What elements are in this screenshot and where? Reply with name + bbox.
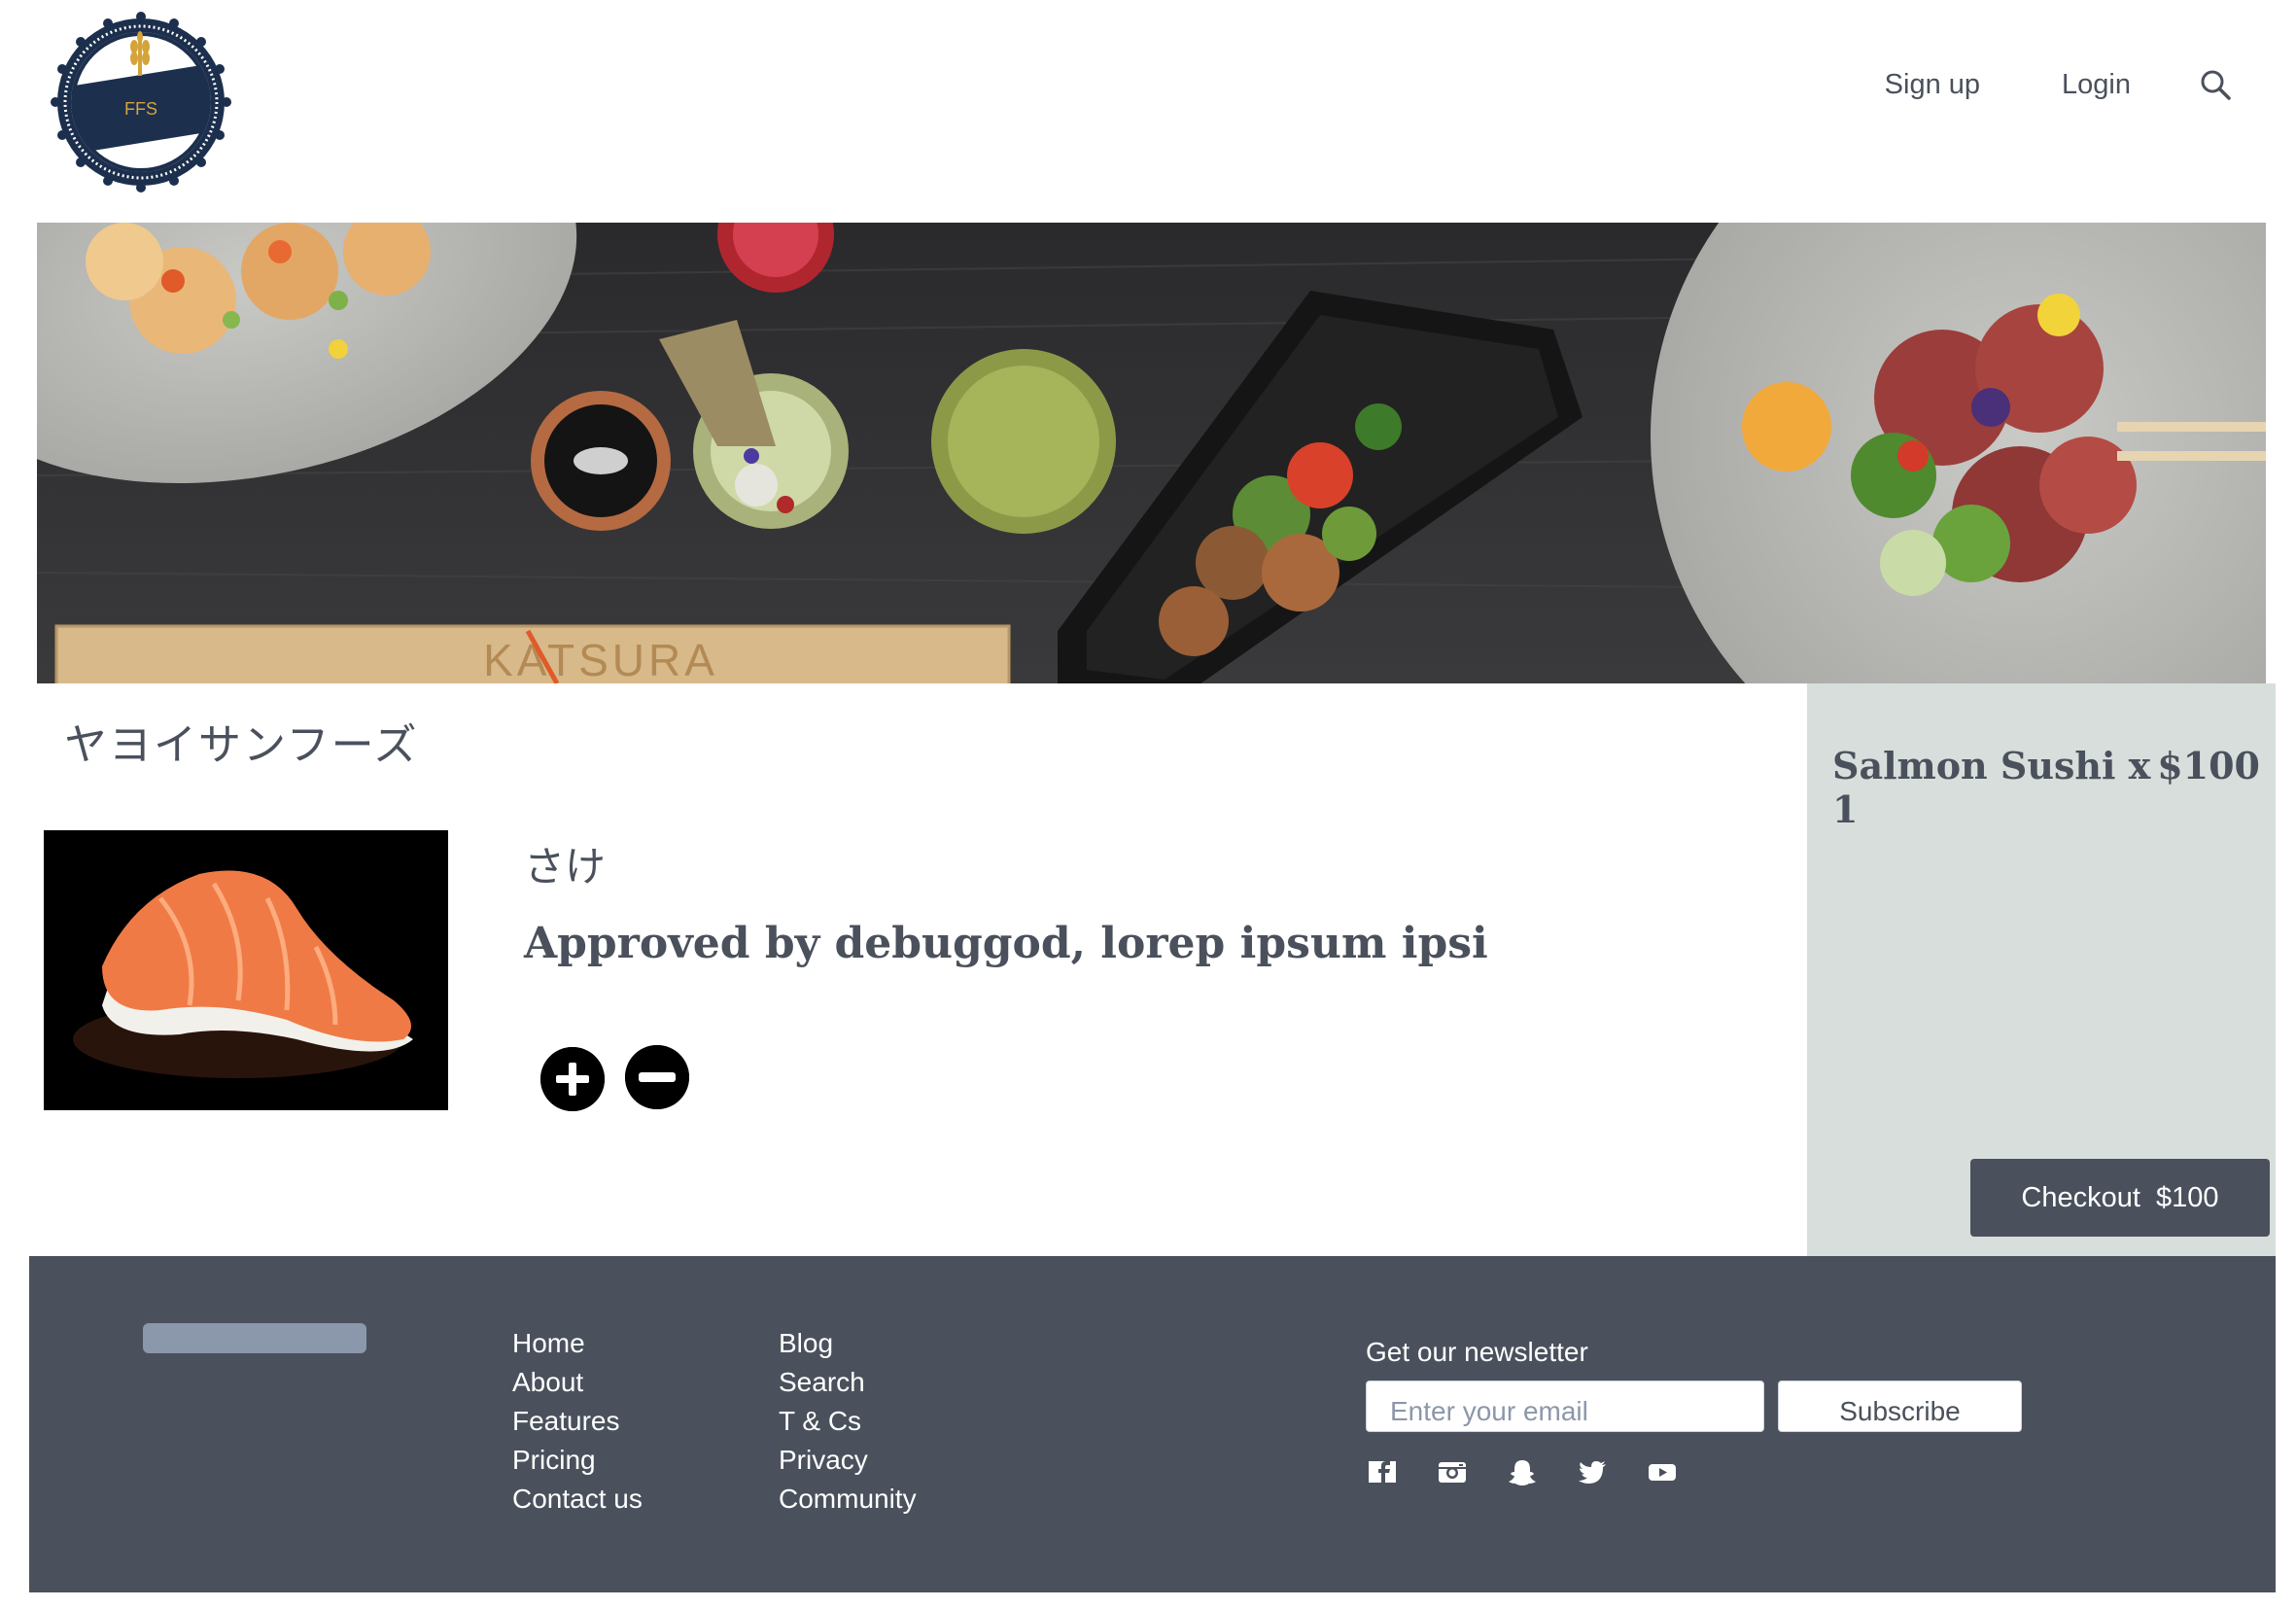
footer-link-contact[interactable]: Contact us xyxy=(512,1480,643,1519)
facebook-icon[interactable] xyxy=(1366,1455,1399,1488)
footer-link-home[interactable]: Home xyxy=(512,1324,643,1363)
cart-panel: Salmon Sushi x 1 $100 Checkout $100 xyxy=(1807,683,2276,1256)
twitter-icon[interactable] xyxy=(1576,1455,1609,1488)
checkout-button[interactable]: Checkout $100 xyxy=(1970,1159,2270,1237)
footer-logo xyxy=(143,1323,366,1353)
svg-text:KATSURA: KATSURA xyxy=(483,635,718,683)
newsletter-email-input[interactable] xyxy=(1366,1381,1764,1432)
footer-link-privacy[interactable]: Privacy xyxy=(779,1441,917,1480)
svg-text:FFS: FFS xyxy=(124,99,157,119)
top-nav: Sign up Login xyxy=(1885,60,2232,109)
logo-badge-icon: FFS xyxy=(51,12,231,192)
item-name: さけ xyxy=(524,843,607,891)
item-description: Approved by debuggod, lorep ipsum ipsi xyxy=(524,919,1488,968)
footer-link-terms[interactable]: T & Cs xyxy=(779,1402,917,1441)
snapchat-icon[interactable] xyxy=(1506,1455,1539,1488)
minus-circle-icon xyxy=(625,1045,689,1109)
cart-line-item: Salmon Sushi x 1 $100 xyxy=(1832,744,2260,831)
add-quantity-button[interactable] xyxy=(540,1047,605,1111)
social-links xyxy=(1366,1455,1716,1488)
login-link[interactable]: Login xyxy=(2062,69,2131,101)
footer-link-about[interactable]: About xyxy=(512,1363,643,1402)
footer-link-blog[interactable]: Blog xyxy=(779,1324,917,1363)
plus-circle-icon xyxy=(540,1047,605,1111)
shop-title: ヤヨイサンフーズ xyxy=(64,720,419,770)
site-logo[interactable]: FFS xyxy=(51,12,231,192)
search-icon[interactable] xyxy=(2199,68,2232,101)
footer-link-search[interactable]: Search xyxy=(779,1363,917,1402)
newsletter-label: Get our newsletter xyxy=(1366,1337,1588,1367)
cart-item-price: $100 xyxy=(2157,744,2260,787)
footer-link-features[interactable]: Features xyxy=(512,1402,643,1441)
newsletter-section: Get our newsletter Subscribe xyxy=(1366,1337,2022,1432)
salmon-sushi-image xyxy=(44,830,448,1110)
footer-link-community[interactable]: Community xyxy=(779,1480,917,1519)
subscribe-button[interactable]: Subscribe xyxy=(1778,1381,2022,1432)
hero-banner-image: KATSURA xyxy=(37,223,2266,683)
instagram-icon[interactable] xyxy=(1436,1455,1469,1488)
site-footer: Home About Features Pricing Contact us B… xyxy=(29,1256,2276,1592)
footer-links-secondary: Blog Search T & Cs Privacy Community xyxy=(779,1324,917,1519)
cart-item-label: Salmon Sushi x 1 xyxy=(1832,744,2151,831)
remove-quantity-button[interactable] xyxy=(625,1045,689,1109)
signup-link[interactable]: Sign up xyxy=(1885,69,1980,101)
footer-link-pricing[interactable]: Pricing xyxy=(512,1441,643,1480)
youtube-icon[interactable] xyxy=(1646,1455,1679,1488)
footer-links-primary: Home About Features Pricing Contact us xyxy=(512,1324,643,1519)
